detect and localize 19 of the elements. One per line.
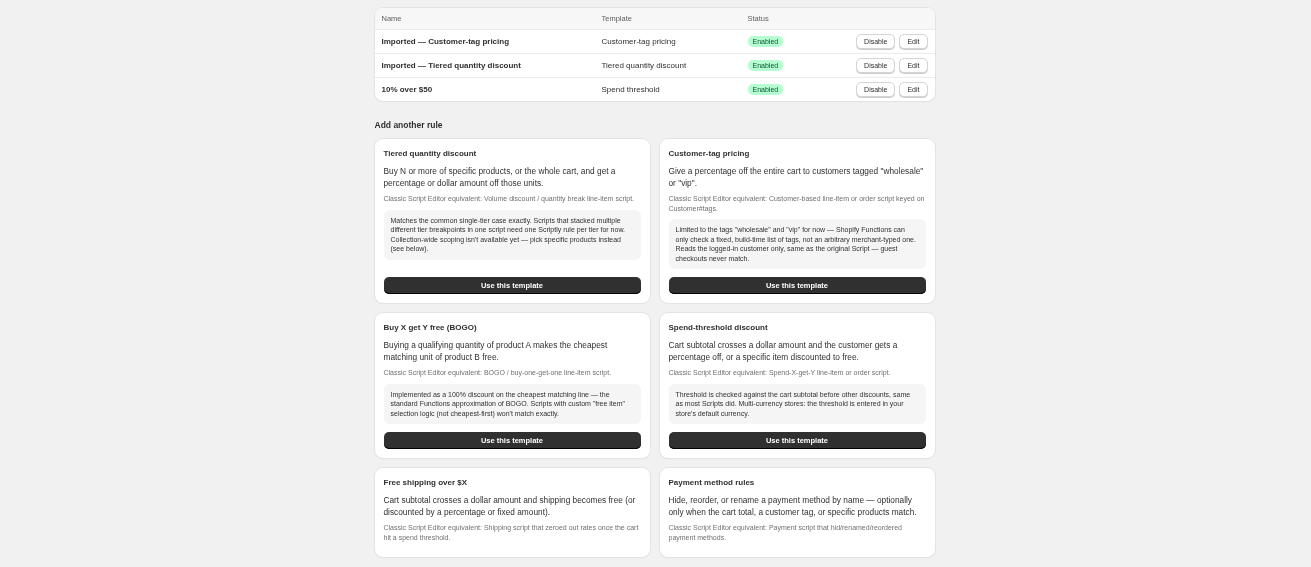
card-description: Cart subtotal crosses a dollar amount and the customer gets a percentage off, or a specific item discounted to free.	[668, 339, 899, 363]
card-title: Customer-tag pricing	[668, 149, 751, 158]
card-description: Give a percentage off the entire cart to customers tagged "wholesale" or "vip".	[668, 165, 925, 189]
card-description: Buying a qualifying quantity of product A makes the cheapest matching unit of product B free.	[383, 339, 609, 363]
card-description: Hide, reorder, or rename a payment method by name — optionally only when the cart total, a customer tag, or specific products match.	[668, 494, 918, 518]
card-description: Cart subtotal crosses a dollar amount and shipping becomes free (or discounted by a percentage or fixed amount).	[383, 494, 637, 518]
template-name: Tiered quantity discount	[600, 61, 688, 70]
rule-name: Imported — Customer-tag pricing	[380, 37, 511, 46]
rule-name: Imported — Tiered quantity discount	[380, 61, 522, 70]
card-title: Free shipping over $X	[383, 478, 469, 487]
rule-name: 10% over $50	[380, 85, 434, 94]
card-description: Buy N or more of specific products, or the whole cart, and get a percentage or dollar amount off those units.	[383, 165, 617, 189]
card-title: Tiered quantity discount	[383, 149, 478, 158]
card-title: Payment method rules	[668, 478, 756, 487]
card-title: Spend-threshold discount	[668, 323, 769, 332]
template-name: Customer-tag pricing	[600, 37, 677, 46]
section-heading: Add another rule	[374, 120, 444, 130]
card-title: Buy X get Y free (BOGO)	[383, 323, 478, 332]
template-name: Spend threshold	[600, 85, 661, 94]
